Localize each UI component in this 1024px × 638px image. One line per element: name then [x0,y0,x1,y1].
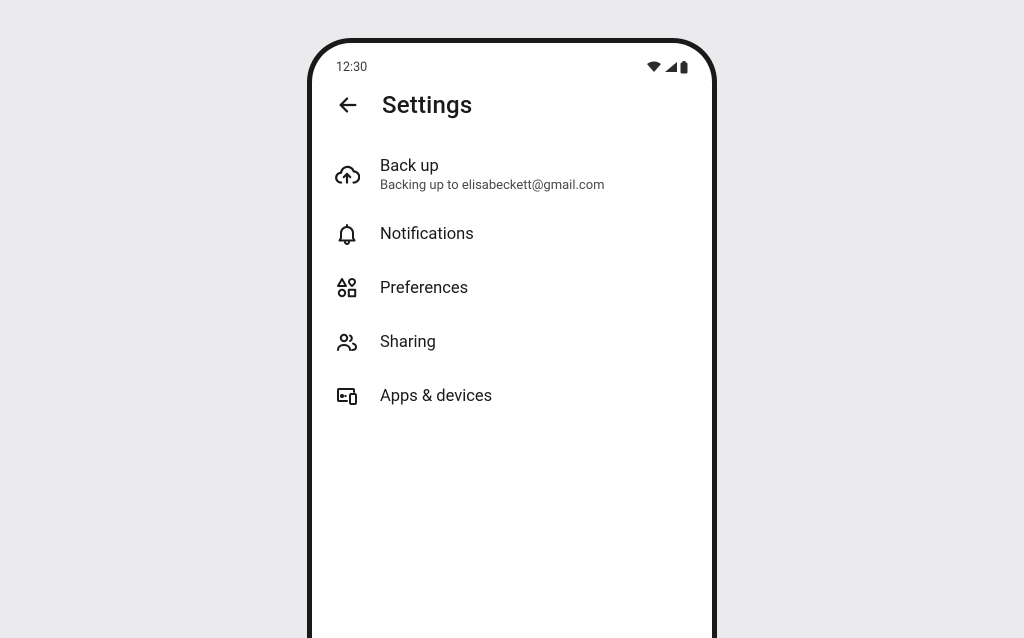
settings-item-preferences[interactable]: Preferences [334,261,692,315]
settings-list: Back up Backing up to elisabeckett@gmail… [332,143,692,423]
cloud-upload-icon [334,162,360,188]
screen-header: Settings [332,81,692,143]
item-label: Notifications [380,225,474,244]
settings-item-sharing[interactable]: Sharing [334,315,692,369]
settings-item-notifications[interactable]: Notifications [334,207,692,261]
wifi-icon [646,61,662,73]
devices-icon [334,383,360,409]
status-icons [646,61,688,74]
page-title: Settings [382,91,472,119]
settings-item-backup[interactable]: Back up Backing up to elisabeckett@gmail… [334,143,692,207]
battery-icon [680,61,688,74]
item-label: Preferences [380,279,468,298]
phone-frame: 12:30 Settings [307,38,717,638]
back-button[interactable] [334,91,362,119]
settings-item-apps-devices[interactable]: Apps & devices [334,369,692,423]
cellular-icon [664,61,678,73]
item-label: Apps & devices [380,387,492,406]
bell-icon [334,221,360,247]
item-label: Sharing [380,333,436,352]
status-bar: 12:30 [332,53,692,81]
arrow-left-icon [337,94,359,116]
status-time: 12:30 [336,60,367,75]
item-subtitle: Backing up to elisabeckett@gmail.com [380,178,605,193]
shapes-icon [334,275,360,301]
people-icon [334,329,360,355]
item-label: Back up [380,157,605,176]
